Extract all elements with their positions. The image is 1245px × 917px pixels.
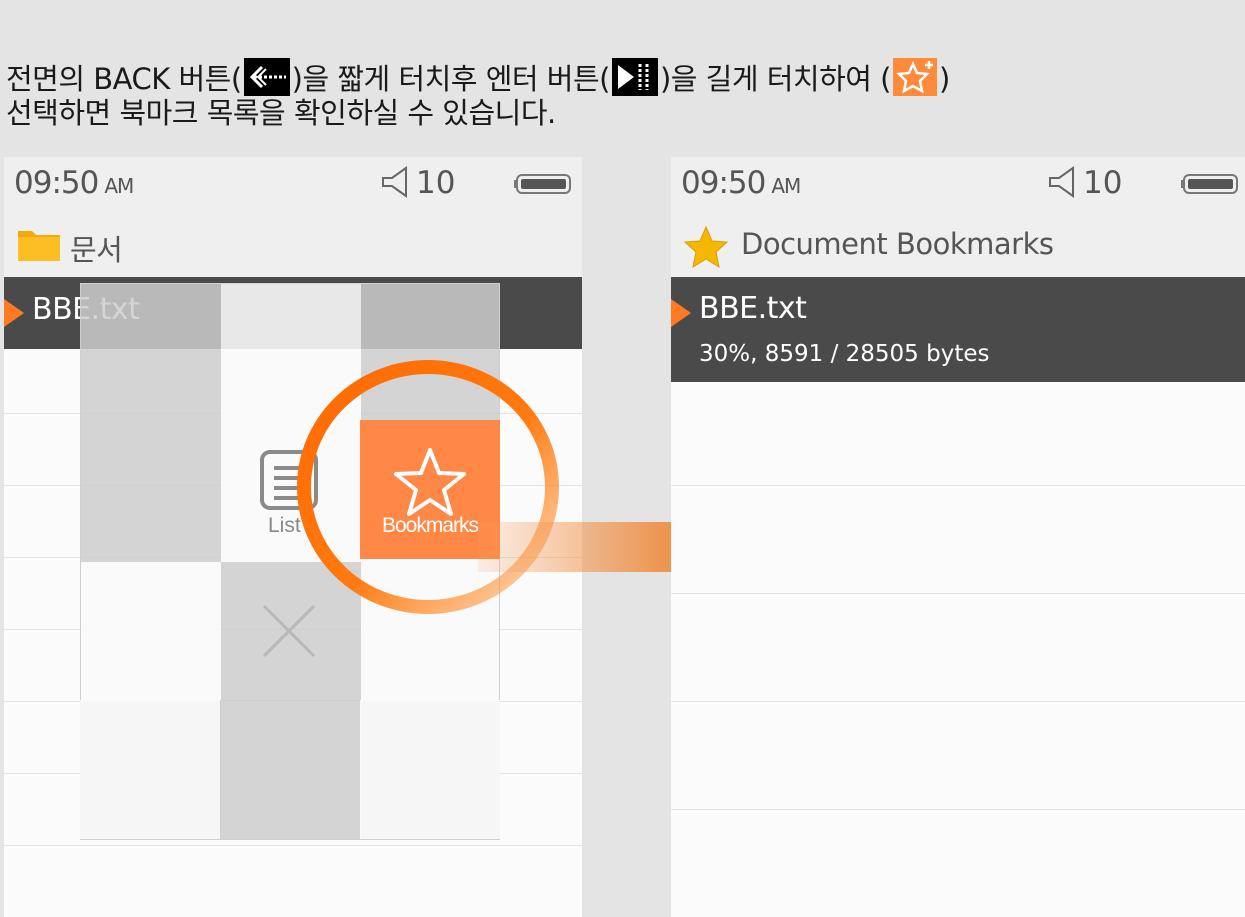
folder-icon xyxy=(18,231,60,261)
battery-icon xyxy=(1181,174,1238,194)
battery-icon xyxy=(514,174,571,194)
star-icon xyxy=(683,225,729,269)
clock-time: 09:50 xyxy=(681,165,766,201)
volume-level: 10 xyxy=(1083,165,1123,201)
bookmark-row[interactable]: BBE.txt 30%, 8591 / 28505 bytes xyxy=(671,277,1245,382)
bookmarks-title-bar: Document Bookmarks xyxy=(671,209,1245,278)
instruction-line-2: 선택하면 북마크 목록을 확인하실 수 있습니다. xyxy=(6,96,556,130)
folder-title: 문서 xyxy=(70,233,123,267)
volume-icon xyxy=(382,166,407,198)
clock-ampm: AM xyxy=(771,174,801,198)
right-device-screen: 09:50 AM 10 Document Bookmarks BBE.txt 30… xyxy=(671,157,1245,917)
volume-level: 10 xyxy=(416,165,456,201)
folder-title-bar: 문서 xyxy=(4,209,582,278)
status-bar: 09:50 AM 10 xyxy=(671,157,1245,209)
enter-icon xyxy=(611,58,658,96)
volume-icon xyxy=(1049,166,1074,198)
menu-grid-bottom xyxy=(80,700,500,840)
instruction-part: )을 짧게 터치후 엔터 버튼( xyxy=(291,62,611,96)
bookmarks-title: Document Bookmarks xyxy=(741,227,1054,261)
clock-ampm: AM xyxy=(104,174,134,198)
clock-time: 09:50 xyxy=(14,165,99,201)
bookmark-info: 30%, 8591 / 28505 bytes xyxy=(699,341,990,367)
instruction-part: 전면의 BACK 버튼( xyxy=(6,62,242,96)
clock: 09:50 AM xyxy=(681,165,801,201)
instruction-part: ) xyxy=(939,62,950,96)
clock: 09:50 AM xyxy=(14,165,134,201)
bookmark-file-name: BBE.txt xyxy=(699,291,807,326)
back-arrow-icon xyxy=(243,58,290,96)
selection-marker-icon xyxy=(671,299,691,327)
instruction-line-1: 전면의 BACK 버튼( )을 짧게 터치후 엔터 버튼( )을 길게 터치하여 (… xyxy=(6,58,1236,96)
instruction-part: )을 길게 터치하여 ( xyxy=(659,62,892,96)
instruction-text: 전면의 BACK 버튼( )을 짧게 터치후 엔터 버튼( )을 길게 터치하여 (… xyxy=(6,58,1236,130)
status-bar: 09:50 AM 10 xyxy=(4,157,582,209)
bookmark-add-icon xyxy=(893,58,937,96)
selection-marker-icon xyxy=(4,299,24,327)
